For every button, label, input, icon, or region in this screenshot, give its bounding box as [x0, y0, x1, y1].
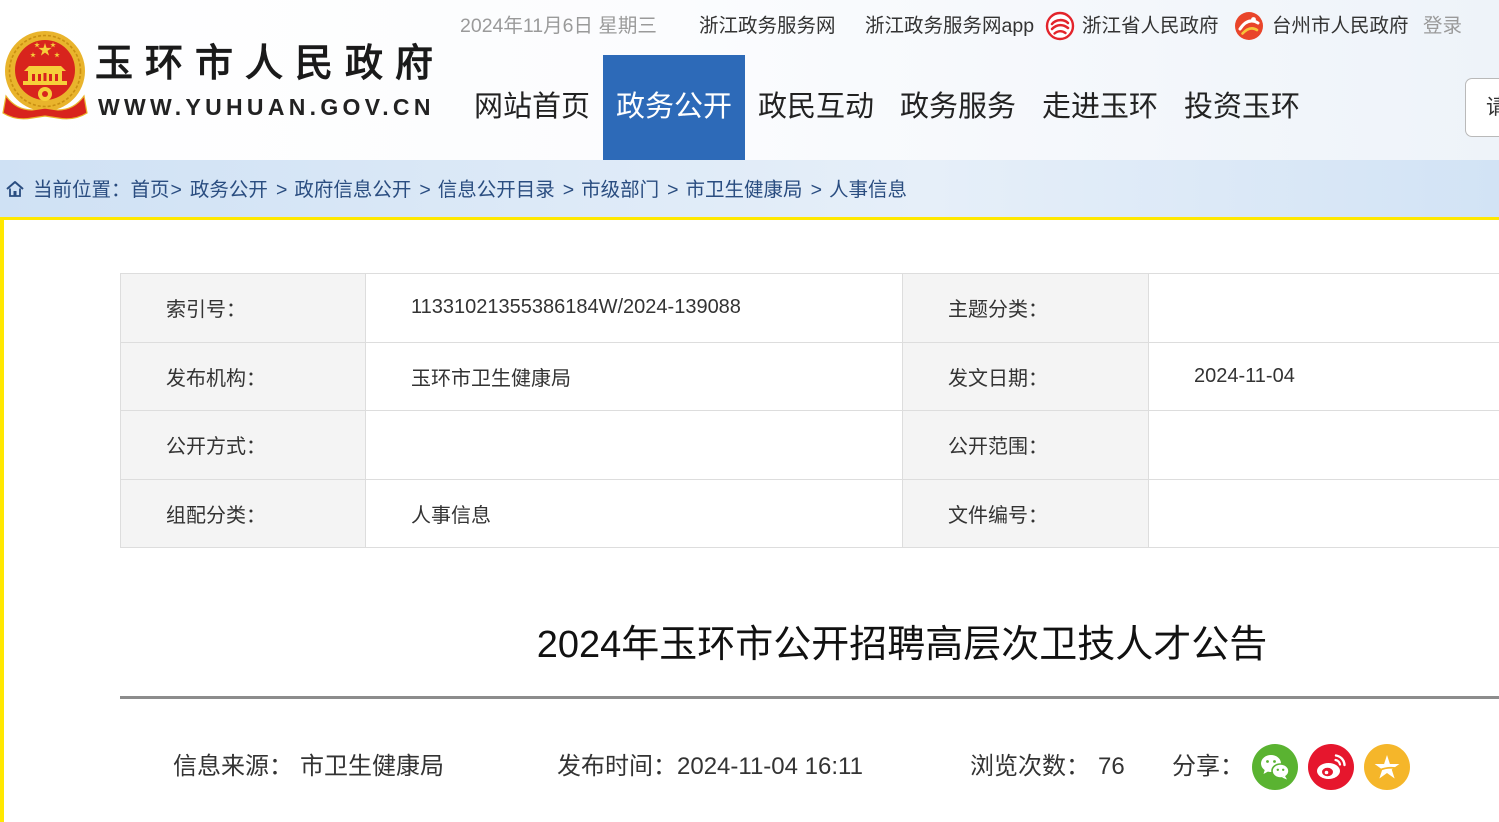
subject-category-value — [1148, 273, 1499, 343]
site-logo[interactable]: 玉环市人民政府 WWW.YUHUAN.GOV.CN — [0, 28, 450, 124]
publisher-label: 发布机构： — [120, 341, 366, 411]
document-number-label: 文件编号： — [902, 478, 1149, 548]
zhejiang-gov-icon[interactable] — [1045, 11, 1075, 41]
breadcrumb-separator: > — [275, 179, 288, 201]
table-row: 索引号： 11331021355386184W/2024-139088 主题分类… — [120, 273, 1499, 343]
qzone-icon[interactable] — [1364, 744, 1410, 790]
site-url: WWW.YUHUAN.GOV.CN — [98, 94, 435, 120]
subject-category-label: 主题分类： — [902, 273, 1149, 343]
table-row: 组配分类： 人事信息 文件编号： — [120, 478, 1499, 548]
search-input[interactable] — [1465, 78, 1499, 137]
index-number-value: 11331021355386184W/2024-139088 — [365, 273, 903, 343]
breadcrumb-item-home[interactable]: 首页 — [131, 160, 170, 217]
home-icon — [6, 181, 24, 197]
publish-time-label: 发布时间： — [557, 753, 677, 780]
site-name: 玉环市人民政府 — [95, 40, 446, 85]
table-row: 发布机构： 玉环市卫生健康局 发文日期： 2024-11-04 — [120, 341, 1499, 411]
disclosure-method-label: 公开方式： — [120, 410, 366, 480]
breadcrumb-separator: > — [419, 179, 431, 201]
main-nav: 网站首页 政务公开 政民互动 政务服务 走进玉环 投资玉环 — [461, 55, 1313, 160]
category-label: 组配分类： — [120, 478, 366, 548]
current-date: 2024年11月6日 星期三 — [460, 15, 657, 37]
wechat-icon[interactable] — [1252, 744, 1298, 790]
publisher-value: 玉环市卫生健康局 — [365, 341, 903, 411]
nav-item-gov-affairs-public[interactable]: 政务公开 — [603, 55, 745, 160]
issue-date-label: 发文日期： — [902, 341, 1149, 411]
breadcrumb-prefix: 当前位置： — [33, 179, 131, 201]
publish-time-value: 2024-11-04 16:11 — [677, 753, 863, 780]
document-info-table: 索引号： 11331021355386184W/2024-139088 主题分类… — [120, 273, 1499, 548]
document-number-value — [1148, 478, 1499, 548]
breadcrumb-item-info-catalog[interactable]: 信息公开目录 — [438, 160, 555, 217]
breadcrumb-item-health-bureau[interactable]: 市卫生健康局 — [686, 160, 803, 217]
nav-item-invest-yuhuan[interactable]: 投资玉环 — [1171, 55, 1313, 160]
info-source-label: 信息来源： — [173, 753, 293, 780]
breadcrumb-separator: > — [810, 179, 822, 201]
disclosure-scope-value — [1148, 410, 1499, 480]
weibo-icon[interactable] — [1308, 744, 1354, 790]
breadcrumb-item-city-departments[interactable]: 市级部门 — [581, 160, 659, 217]
view-count-value: 76 — [1098, 753, 1125, 780]
breadcrumb-item-personnel-info[interactable]: 人事信息 — [829, 160, 907, 217]
table-row: 公开方式： 公开范围： — [120, 410, 1499, 480]
article-title: 2024年玉环市公开招聘高层次卫技人才公告 — [536, 624, 1268, 666]
breadcrumb-separator: > — [170, 179, 182, 201]
nav-item-interaction[interactable]: 政民互动 — [745, 55, 887, 160]
title-divider — [120, 696, 1499, 699]
top-link-zhejiang-gov[interactable]: 浙江省人民政府 — [1082, 12, 1219, 40]
site-header: 玉环市人民政府 WWW.YUHUAN.GOV.CN 2024年11月6日 星期三… — [0, 0, 1499, 160]
breadcrumb-item-gov-affairs-public[interactable]: 政务公开 — [190, 160, 268, 217]
info-source-value: 市卫生健康局 — [300, 753, 444, 780]
issue-date-value: 2024-11-04 — [1148, 341, 1499, 411]
login-link[interactable]: 登录 — [1423, 12, 1462, 40]
nav-item-about-yuhuan[interactable]: 走进玉环 — [1029, 55, 1171, 160]
breadcrumb-bar: 当前位置： 首页 > 政务公开 > 政府信息公开 > 信息公开目录 > 市级部门… — [0, 160, 1499, 217]
view-count-label: 浏览次数： — [970, 753, 1090, 780]
category-value: 人事信息 — [365, 478, 903, 548]
top-link-taizhou-gov[interactable]: 台州市人民政府 — [1272, 12, 1409, 40]
top-link-zjzwfw[interactable]: 浙江政务服务网 — [699, 12, 836, 40]
nav-item-home[interactable]: 网站首页 — [461, 55, 603, 160]
top-link-zjzwfw-app[interactable]: 浙江政务服务网app — [865, 12, 1034, 40]
breadcrumb-item-gov-info-public[interactable]: 政府信息公开 — [294, 160, 411, 217]
index-number-label: 索引号： — [120, 273, 366, 343]
breadcrumb-separator: > — [562, 179, 575, 201]
breadcrumb-separator: > — [667, 179, 679, 201]
taizhou-gov-icon[interactable] — [1234, 11, 1264, 41]
disclosure-method-value — [365, 410, 903, 480]
share-label: 分享： — [1172, 753, 1244, 780]
focus-outline-top — [0, 217, 1499, 220]
disclosure-scope-label: 公开范围： — [902, 410, 1149, 480]
nav-item-services[interactable]: 政务服务 — [887, 55, 1029, 160]
focus-outline-left — [0, 217, 4, 822]
breadcrumb: 当前位置： 首页 > 政务公开 > 政府信息公开 > 信息公开目录 > 市级部门… — [33, 160, 907, 217]
national-emblem-icon — [2, 31, 88, 120]
